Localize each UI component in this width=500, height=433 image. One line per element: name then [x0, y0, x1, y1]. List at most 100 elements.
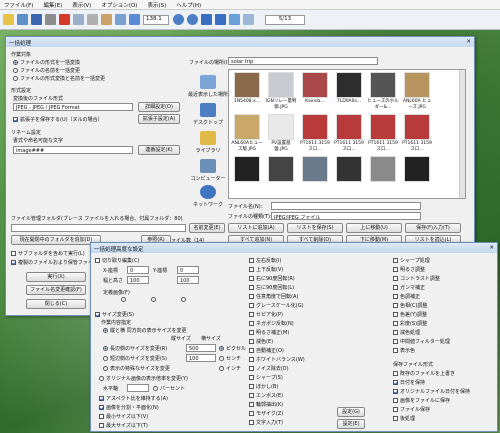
close-button[interactable]: 閉じる(C)	[26, 299, 86, 309]
thumb-12[interactable]	[231, 156, 263, 194]
info-icon[interactable]	[129, 14, 140, 25]
opt-file-save[interactable]: ファイル保存	[393, 406, 430, 413]
opt-hue[interactable]: 色相(C)調整	[393, 302, 427, 309]
scale-field[interactable]	[127, 384, 149, 392]
menu-display[interactable]: 表示(S)	[147, 1, 166, 9]
height-field[interactable]: 100	[177, 276, 199, 284]
filetype-select[interactable]: JPEG/JPEG ファイル	[271, 212, 421, 220]
duplicate-checkbox[interactable]: 複製のファイルおより保管ファイル	[11, 259, 98, 266]
move-up-button[interactable]: 上に移動(U)	[346, 223, 402, 233]
thumb-11[interactable]: PT1611 3159 ス口...	[401, 114, 433, 152]
thumb-9[interactable]: PT1611 3159 ス口...	[333, 114, 365, 152]
opt-overwrite[interactable]: 既存のファイルを上書き	[393, 370, 455, 377]
thumb-10[interactable]: PT1611 3159 ス口...	[367, 114, 399, 152]
long-side-field[interactable]: 500	[186, 344, 216, 352]
undo-icon[interactable]	[115, 14, 126, 25]
unit-pixel-radio[interactable]: ピクセル	[219, 345, 246, 352]
prev-arrow-icon[interactable]	[201, 14, 212, 25]
thumb-7[interactable]: PV設置基盤.JPG	[265, 114, 297, 152]
ext-checkbox[interactable]: 拡張子を保存する(U)（ヌルの場合）	[13, 116, 103, 123]
folder-select[interactable]: solar trip	[228, 57, 378, 65]
close-icon[interactable]: ✕	[466, 39, 471, 45]
long-side-radio[interactable]: 長辺側のサイズを変更(R)	[103, 345, 167, 352]
opt-keep-original-date[interactable]: オリジナルファイル日付を保持	[393, 388, 470, 395]
denoise-checkbox[interactable]: ノイズ除去(D)	[249, 365, 289, 372]
target-option-1[interactable]: ファイルの名前を一括変更	[13, 67, 80, 74]
target-option-0[interactable]: ファイルの形式を一括変換	[13, 59, 80, 66]
thumb-1[interactable]: IGNリレー量制御.JPG	[265, 72, 297, 110]
zoom-field[interactable]: 138.1	[143, 14, 169, 25]
special-size-radio[interactable]: 表示の特殊なサイズを変更	[103, 365, 170, 372]
opt-keep-date[interactable]: 日付を保持	[393, 379, 425, 386]
split-checkbox[interactable]: 画像を分割・平面化(N)	[99, 404, 159, 411]
filename-check-button[interactable]: ファイル名変更確認(F)	[26, 285, 86, 295]
unit-pct-radio[interactable]: パーセント	[153, 385, 185, 392]
place-computer[interactable]: コンピューター	[188, 159, 228, 182]
place-desktop[interactable]: デスクトップ	[188, 103, 228, 126]
emboss-checkbox[interactable]: エンボス(E)	[249, 392, 283, 399]
flip-h-checkbox[interactable]: 左右反転(I)	[249, 257, 281, 264]
menu-view[interactable]: 表示(V)	[72, 1, 91, 9]
rename-settings-button[interactable]: 連番設定(K)	[138, 145, 180, 155]
edge-checkbox[interactable]: 輪郭抽出(K)	[249, 401, 283, 408]
place-network[interactable]: ネットワーク	[188, 185, 228, 208]
target-option-2[interactable]: ファイルの形式変換と名前を一括変更	[13, 75, 105, 82]
opt-gamma[interactable]: ガンマ補正	[393, 284, 425, 291]
add-to-list-button[interactable]: リストに追加(A)	[228, 223, 284, 233]
thumb-4[interactable]: ヒューズのホルダー&...	[367, 72, 399, 110]
x-coord-field[interactable]: 0	[127, 266, 149, 274]
opt-median[interactable]: 中間値フィルター処理	[393, 338, 450, 345]
zoom-out-icon[interactable]	[187, 14, 198, 25]
unit-inch-radio[interactable]: インチ	[219, 365, 241, 372]
col2-settings-button[interactable]: 設定(G)	[337, 407, 365, 417]
save-input-button[interactable]: 保存(F)入力(T)	[405, 223, 461, 233]
thumb-2[interactable]: Kainda...	[299, 72, 331, 110]
brightness-checkbox[interactable]: 明るさ補正(M)	[249, 329, 289, 336]
browse-icon[interactable]	[17, 14, 28, 25]
copy-icon[interactable]	[73, 14, 84, 25]
rename-field[interactable]: image###	[13, 146, 133, 154]
rotate-right-checkbox[interactable]: 右に90度回転(R)	[249, 275, 295, 282]
thumb-13[interactable]	[265, 156, 297, 194]
resize-both-radio[interactable]: 縦と横 同方向の表示サイズを変更	[103, 327, 186, 334]
sharp-checkbox[interactable]: シャープ(S)	[249, 374, 283, 381]
menu-edit[interactable]: 編集(E)	[43, 1, 62, 9]
thumb-6[interactable]: ANL60Aヒューズ版.JPG	[231, 114, 263, 152]
rename-button[interactable]: 名前変更(E)	[189, 223, 225, 233]
cut-icon[interactable]	[87, 14, 98, 25]
short-side-radio[interactable]: 短辺側のサイズを変更(S)	[103, 355, 167, 362]
subfolder-checkbox[interactable]: サブフォルダを含めて実行(L)	[11, 250, 85, 257]
opt-save-to-file[interactable]: 画像をファイルに保存	[393, 397, 450, 404]
opt-sharpen[interactable]: シャープ処理	[393, 257, 430, 264]
thumb-0[interactable]: 1N5408.x...	[231, 72, 263, 110]
thumb-17[interactable]	[401, 156, 433, 194]
crop-checkbox[interactable]: 切り取り編集(C)	[95, 257, 139, 264]
zoom-in-icon[interactable]	[173, 14, 184, 25]
opt-tone[interactable]: 色調補正	[393, 293, 420, 300]
unit-cm-radio[interactable]: センチ	[219, 355, 241, 362]
original-scale-radio[interactable]: オリジナル画像の表示倍率を変更(Y)	[99, 375, 188, 382]
opt-display-color[interactable]: 表示色	[393, 347, 415, 354]
opt-saturation[interactable]: 彩度(S)調整	[393, 320, 427, 327]
blur-checkbox[interactable]: ぼかし(B)	[249, 383, 278, 390]
mgmt-folder-field[interactable]	[11, 224, 186, 232]
mosaic-checkbox[interactable]: モザイク(Z)	[249, 410, 283, 417]
delete-icon[interactable]	[59, 14, 70, 25]
close-icon[interactable]: ✕	[489, 245, 494, 251]
save-icon[interactable]	[31, 14, 42, 25]
paste-icon[interactable]	[101, 14, 112, 25]
print-icon[interactable]	[45, 14, 56, 25]
white-balance-checkbox[interactable]: ホワイトバランス(W)	[249, 356, 305, 363]
y-coord-field[interactable]: 0	[177, 266, 199, 274]
opt-brightness[interactable]: 明るさ調整	[393, 266, 425, 273]
auto-correct-checkbox[interactable]: 自動補正(O)	[249, 347, 284, 354]
anchor-tr[interactable]	[181, 297, 188, 303]
min-size-checkbox[interactable]: 最小サイズ以下(V)	[99, 413, 148, 420]
place-library[interactable]: ライブラリ	[188, 131, 228, 154]
place-recent[interactable]: 最近表示した場所	[188, 75, 228, 98]
menu-help[interactable]: ヘルプ(H)	[176, 1, 201, 9]
save-list-button[interactable]: リストを保存(S)	[287, 223, 343, 233]
rotate-left-checkbox[interactable]: 左に90度回転(L)	[249, 284, 294, 291]
thumb-8[interactable]: PT1611 3159 ス口...	[299, 114, 331, 152]
text-input-checkbox[interactable]: 文字入力(T)	[249, 419, 283, 426]
